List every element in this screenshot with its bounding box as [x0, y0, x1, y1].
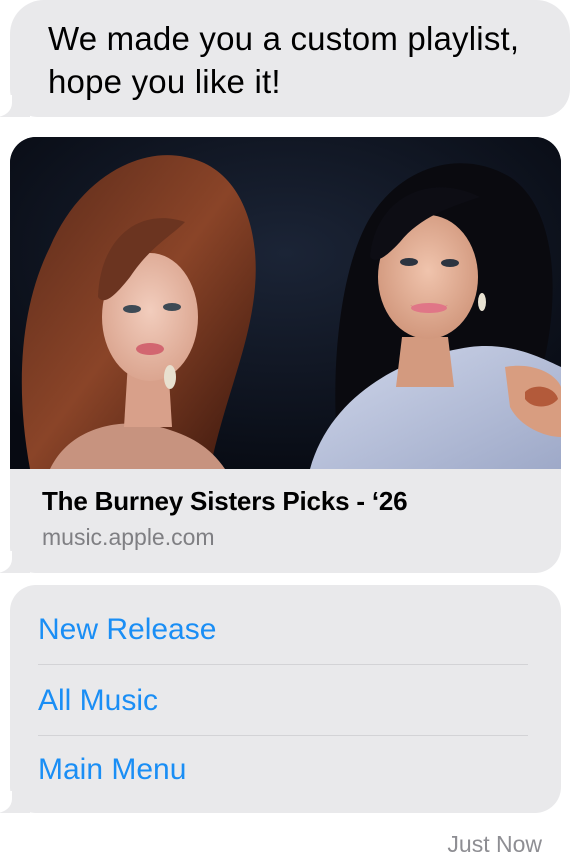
menu-item-main-menu[interactable]: Main Menu [38, 735, 528, 804]
link-preview-card[interactable]: The Burney Sisters Picks - ‘26 music.app… [10, 137, 561, 573]
quick-reply-menu: New Release All Music Main Menu [10, 585, 561, 813]
message-timestamp: Just Now [447, 831, 542, 857]
message-bubble-text[interactable]: We made you a custom playlist, hope you … [10, 0, 570, 117]
playlist-cover-image [10, 137, 561, 469]
link-domain: music.apple.com [42, 524, 215, 550]
menu-item-new-release[interactable]: New Release [38, 595, 528, 664]
menu-item-all-music[interactable]: All Music [38, 666, 528, 735]
link-title: The Burney Sisters Picks - ‘26 [42, 486, 408, 516]
message-text: We made you a custom playlist, hope you … [48, 20, 520, 100]
divider [38, 664, 528, 665]
